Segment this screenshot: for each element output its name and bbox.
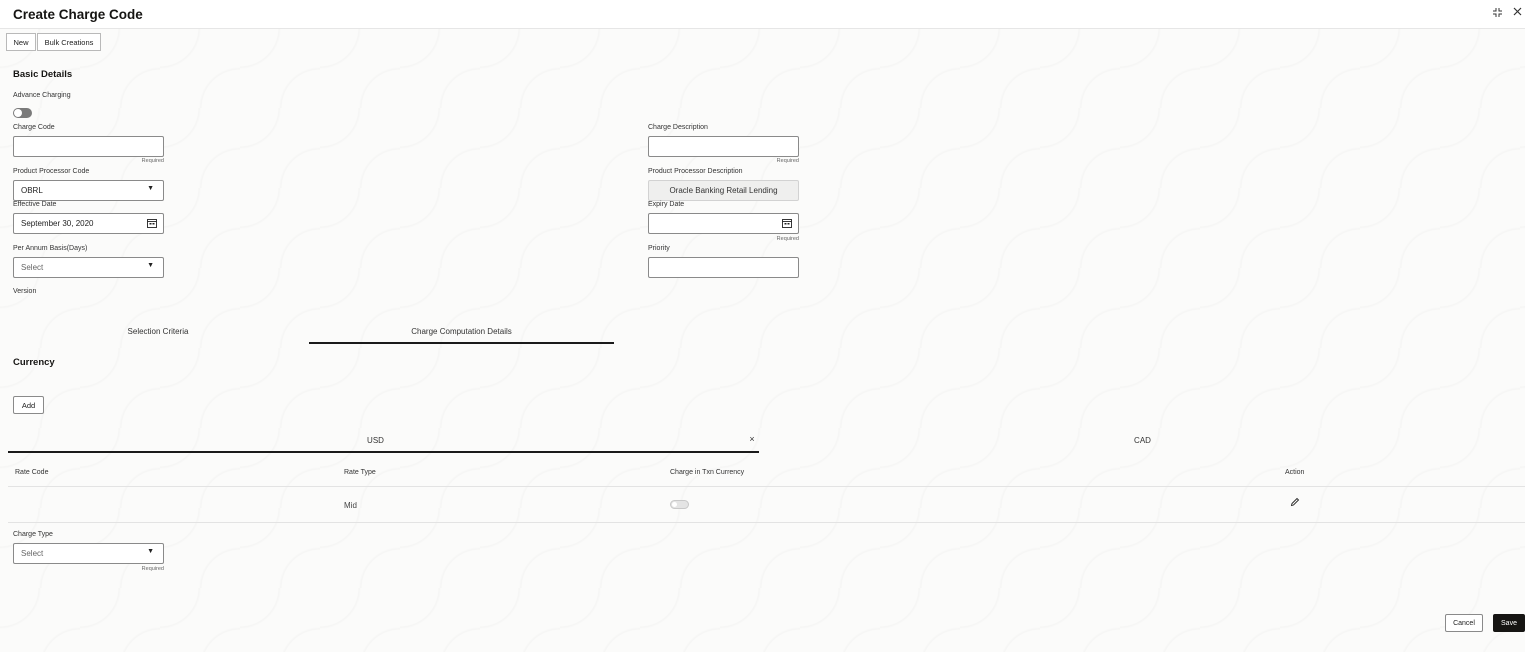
charge-type-required: Required: [141, 566, 164, 572]
charge-description-required: Required: [776, 158, 799, 164]
active-currency-tab-indicator: [8, 451, 759, 453]
collapse-icon[interactable]: [1492, 7, 1503, 21]
chevron-down-icon: ▼: [147, 548, 154, 555]
expiry-date-required: Required: [776, 236, 799, 242]
new-button[interactable]: New: [6, 33, 36, 51]
per-annum-basis-value: Select: [21, 263, 44, 272]
advance-charging-label: Advance Charging: [13, 92, 71, 99]
product-processor-description-label: Product Processor Description: [648, 168, 743, 175]
currency-title: Currency: [13, 357, 55, 368]
charge-type-label: Charge Type: [13, 531, 53, 538]
save-button[interactable]: Save: [1493, 614, 1525, 632]
calendar-icon[interactable]: [147, 218, 157, 228]
add-currency-button[interactable]: Add: [13, 396, 44, 414]
cancel-button[interactable]: Cancel: [1445, 614, 1483, 632]
effective-date-value: September 30, 2020: [21, 219, 94, 228]
charge-type-select[interactable]: Select ▼: [13, 543, 164, 564]
product-processor-description-field: Oracle Banking Retail Lending: [648, 180, 799, 201]
calendar-icon[interactable]: [782, 218, 792, 228]
dialog-header: Create Charge Code: [0, 0, 1525, 29]
active-tab-indicator: [309, 342, 614, 344]
background-pattern: [0, 28, 1525, 652]
table-divider: [8, 522, 1525, 523]
charge-type-value: Select: [21, 549, 44, 558]
charge-code-label: Charge Code: [13, 124, 55, 131]
column-header-rate-type: Rate Type: [344, 469, 376, 476]
tab-selection-criteria[interactable]: Selection Criteria: [8, 327, 308, 336]
product-processor-code-label: Product Processor Code: [13, 168, 90, 175]
effective-date-label: Effective Date: [13, 201, 57, 208]
expiry-date-input[interactable]: [648, 213, 799, 234]
table-divider: [8, 486, 1525, 487]
product-processor-code-select[interactable]: OBRL ▼: [13, 180, 164, 201]
charge-description-label: Charge Description: [648, 124, 708, 131]
advance-charging-toggle[interactable]: [13, 108, 32, 118]
effective-date-input[interactable]: September 30, 2020: [13, 213, 164, 234]
chevron-down-icon: ▼: [147, 262, 154, 269]
toggle-knob: [672, 502, 677, 507]
charge-in-txn-currency-toggle[interactable]: [670, 500, 689, 509]
charge-description-input[interactable]: [648, 136, 799, 157]
product-processor-code-value: OBRL: [21, 186, 43, 195]
priority-input[interactable]: [648, 257, 799, 278]
charge-code-input[interactable]: [13, 136, 164, 157]
version-label: Version: [13, 288, 37, 295]
column-header-rate-code: Rate Code: [15, 469, 49, 476]
close-icon[interactable]: [1513, 7, 1522, 19]
page-title: Create Charge Code: [13, 7, 143, 22]
tab-currency-usd[interactable]: USD: [8, 436, 743, 445]
tab-currency-cad[interactable]: CAD: [760, 436, 1525, 445]
chevron-down-icon: ▼: [147, 185, 154, 192]
tab-charge-computation-details[interactable]: Charge Computation Details: [309, 327, 614, 336]
basic-details-title: Basic Details: [13, 69, 73, 80]
close-tab-icon[interactable]: ×: [745, 434, 759, 444]
cell-rate-type: Mid: [344, 501, 357, 510]
priority-label: Priority: [648, 245, 670, 252]
per-annum-basis-select[interactable]: Select ▼: [13, 257, 164, 278]
charge-code-required: Required: [141, 158, 164, 164]
per-annum-basis-label: Per Annum Basis(Days): [13, 245, 88, 252]
toggle-knob: [14, 109, 22, 117]
edit-pencil-icon[interactable]: [1290, 497, 1300, 507]
column-header-charge-in-txn-currency: Charge in Txn Currency: [670, 469, 745, 476]
bulk-creations-button[interactable]: Bulk Creations: [37, 33, 101, 51]
expiry-date-label: Expiry Date: [648, 201, 685, 208]
column-header-action: Action: [1285, 469, 1305, 476]
